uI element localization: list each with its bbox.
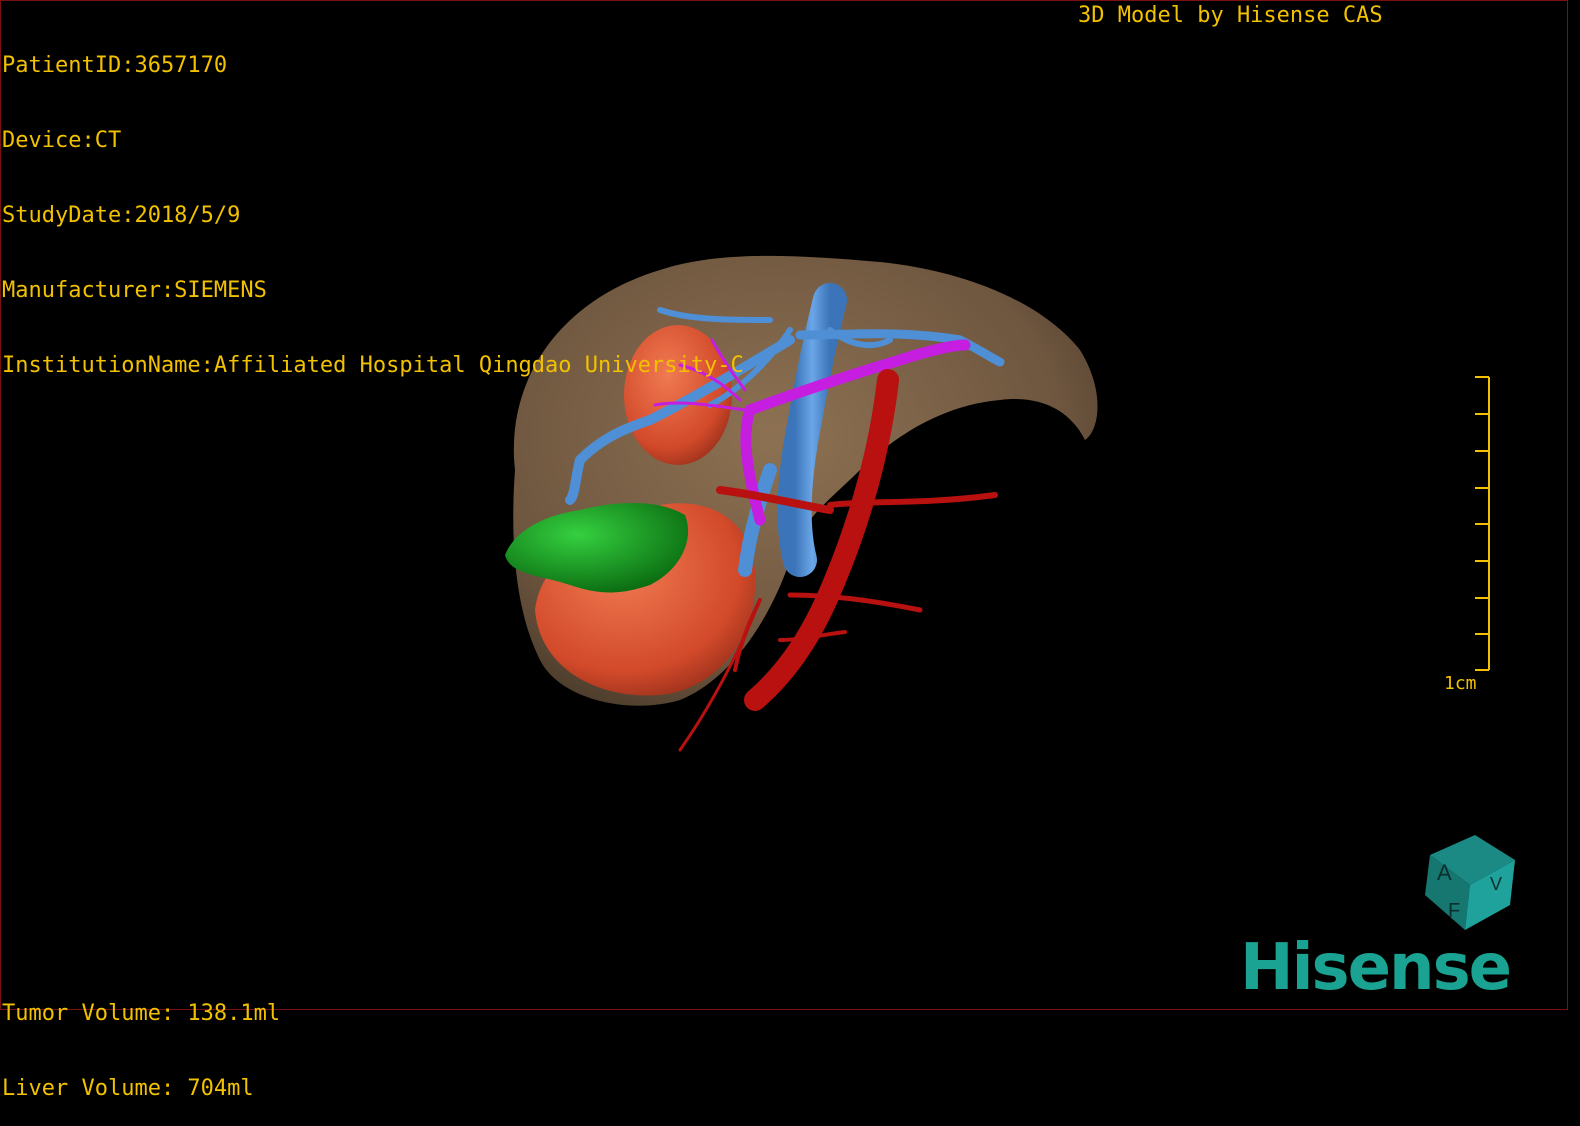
orientation-cube[interactable]: A F V <box>1425 835 1515 930</box>
scale-bar-label: 1cm <box>1444 673 1477 694</box>
device: Device:CT <box>2 128 122 153</box>
model-credit: 3D Model by Hisense CAS <box>1078 3 1383 28</box>
tumor-volume: Tumor Volume: 138.1ml <box>2 1001 281 1026</box>
liver-volume: Liver Volume: 704ml <box>2 1076 254 1101</box>
scale-bar <box>1475 376 1490 671</box>
cube-face-v: V <box>1490 874 1502 894</box>
patient-metadata: PatientID:3657170 Device:CT StudyDate:20… <box>2 3 744 403</box>
cube-face-a: A <box>1437 860 1452 885</box>
study-date: StudyDate:2018/5/9 <box>2 203 241 228</box>
hisense-logo: Hisense <box>1240 931 1512 1005</box>
manufacturer: Manufacturer:SIEMENS <box>2 278 267 303</box>
cube-face-f: F <box>1448 900 1460 922</box>
institution-name: InstitutionName:Affiliated Hospital Qing… <box>2 353 744 378</box>
patient-id: PatientID:3657170 <box>2 53 228 78</box>
volume-readout: Tumor Volume: 138.1ml Liver Volume: 704m… <box>2 951 280 1126</box>
